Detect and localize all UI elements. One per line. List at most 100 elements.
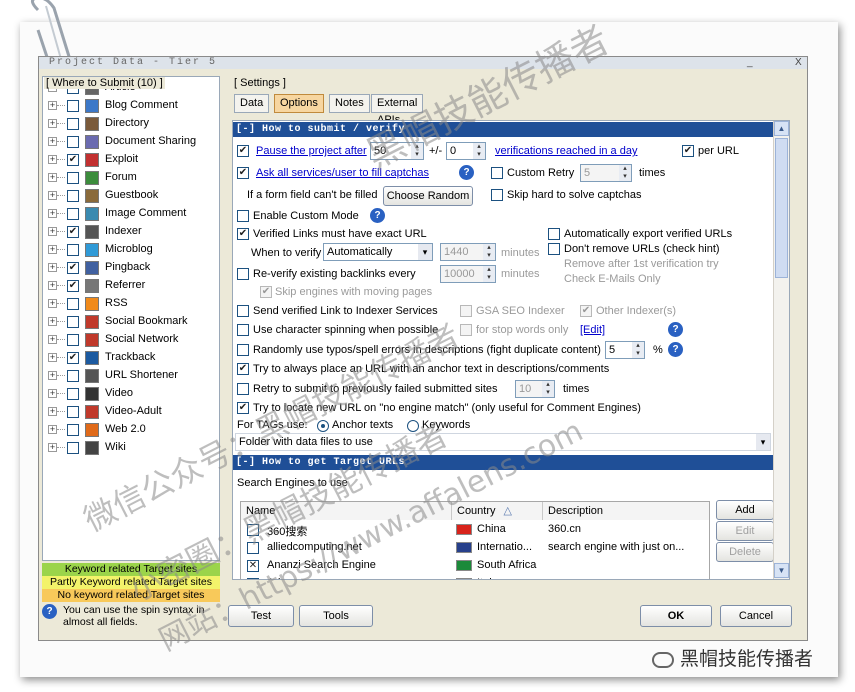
when-verify-select[interactable]: Automatically [323, 243, 433, 261]
tree-item-image-comment[interactable]: + Image Comment [43, 205, 219, 223]
tree-item-forum[interactable]: + Forum [43, 169, 219, 187]
expand-icon[interactable]: + [48, 263, 57, 272]
expand-icon[interactable]: + [48, 335, 57, 344]
expand-icon[interactable]: + [48, 173, 57, 182]
expand-icon[interactable]: + [48, 209, 57, 218]
expand-icon[interactable]: + [48, 443, 57, 452]
help-icon[interactable]: ? [668, 342, 683, 357]
row-checkbox[interactable] [247, 578, 259, 579]
expand-icon[interactable]: + [48, 299, 57, 308]
tree-item-directory[interactable]: + Directory [43, 115, 219, 133]
expand-icon[interactable]: + [48, 101, 57, 110]
tab-external-apis[interactable]: External APIs [371, 94, 424, 126]
tree-item-referrer[interactable]: + Referrer [43, 277, 219, 295]
stop-words-checkbox[interactable] [460, 324, 472, 336]
row-checkbox[interactable] [247, 542, 259, 554]
cancel-button[interactable]: Cancel [720, 605, 792, 627]
tree-item-checkbox[interactable] [67, 298, 79, 310]
ask-services-label[interactable]: Ask all services/user to fill captchas [256, 167, 429, 179]
ok-button[interactable]: OK [640, 605, 712, 627]
expand-icon[interactable]: + [48, 389, 57, 398]
table-row[interactable]: Arianna Italy [241, 575, 709, 579]
expand-icon[interactable]: + [48, 371, 57, 380]
tree-item-wiki[interactable]: + Wiki [43, 439, 219, 457]
tree-item-trackback[interactable]: + Trackback [43, 349, 219, 367]
tree-item-pingback[interactable]: + Pingback [43, 259, 219, 277]
typos-checkbox[interactable] [237, 344, 249, 356]
tab-options[interactable]: Options [274, 94, 324, 113]
tree-item-checkbox[interactable] [67, 244, 79, 256]
tree-item-guestbook[interactable]: + Guestbook [43, 187, 219, 205]
target-urls-header[interactable]: [-] How to get Target URLs [233, 455, 785, 470]
edit-link[interactable]: [Edit] [580, 324, 605, 336]
tree-item-exploit[interactable]: + Exploit [43, 151, 219, 169]
add-button[interactable]: Add [716, 500, 774, 520]
pause-project-label[interactable]: Pause the project after [256, 145, 367, 157]
tree-item-checkbox[interactable] [67, 280, 79, 292]
scroll-thumb[interactable] [775, 138, 788, 278]
scroll-up-icon[interactable]: ▲ [774, 121, 789, 136]
dont-remove-checkbox[interactable] [548, 243, 560, 255]
expand-icon[interactable]: + [48, 425, 57, 434]
skip-hard-captchas-checkbox[interactable] [491, 189, 503, 201]
tree-item-checkbox[interactable] [67, 334, 79, 346]
tree-item-blog-comment[interactable]: + Blog Comment [43, 97, 219, 115]
column-description[interactable]: Description [543, 502, 709, 520]
close-button[interactable]: X [795, 57, 802, 68]
column-name[interactable]: Name [241, 502, 452, 520]
column-country[interactable]: Country △ [452, 502, 543, 520]
tree-item-checkbox[interactable] [67, 190, 79, 202]
tree-item-checkbox[interactable] [67, 136, 79, 148]
tree-item-video-adult[interactable]: + Video-Adult [43, 403, 219, 421]
verified-exact-checkbox[interactable] [237, 228, 249, 240]
tree-item-checkbox[interactable] [67, 424, 79, 436]
expand-icon[interactable]: + [48, 191, 57, 200]
expand-icon[interactable]: + [48, 407, 57, 416]
tree-item-social-bookmark[interactable]: + Social Bookmark [43, 313, 219, 331]
tree-item-checkbox[interactable] [67, 406, 79, 418]
tree-item-checkbox[interactable] [67, 316, 79, 328]
ask-services-checkbox[interactable] [237, 167, 249, 179]
choose-random-button[interactable]: Choose Random [383, 186, 473, 206]
anchor-place-checkbox[interactable] [237, 363, 249, 375]
tree-item-checkbox[interactable] [67, 370, 79, 382]
tree-item-url-shortener[interactable]: + URL Shortener [43, 367, 219, 385]
expand-icon[interactable]: + [48, 245, 57, 254]
expand-icon[interactable]: + [48, 281, 57, 290]
expand-icon[interactable]: + [48, 227, 57, 236]
folder-select[interactable]: Folder with data files to use [235, 433, 771, 451]
tree-item-checkbox[interactable] [67, 352, 79, 364]
per-url-checkbox[interactable] [682, 145, 694, 157]
tools-button[interactable]: Tools [299, 605, 373, 627]
tree-item-document-sharing[interactable]: + Document Sharing [43, 133, 219, 151]
tree-item-checkbox[interactable] [67, 226, 79, 238]
gsa-seo-checkbox[interactable] [460, 305, 472, 317]
help-icon[interactable]: ? [668, 322, 683, 337]
tree-item-checkbox[interactable] [67, 172, 79, 184]
locate-new-checkbox[interactable] [237, 402, 249, 414]
custom-mode-checkbox[interactable] [237, 210, 249, 222]
other-indexers-checkbox[interactable] [580, 305, 592, 317]
scroll-down-icon[interactable]: ▼ [774, 563, 789, 578]
verify-minutes-stepper[interactable]: 1440 [440, 243, 496, 261]
row-checkbox[interactable]: ✕ [247, 560, 259, 572]
tree-item-checkbox[interactable] [67, 262, 79, 274]
expand-icon[interactable]: + [48, 353, 57, 362]
table-row[interactable]: 360搜索 China 360.cn [241, 521, 709, 539]
char-spinning-checkbox[interactable] [237, 324, 249, 336]
verifications-label[interactable]: verifications reached in a day [495, 145, 637, 157]
tree-item-checkbox[interactable] [67, 442, 79, 454]
table-row[interactable]: alliedcomputing.net Internatio... search e… [241, 539, 709, 557]
keywords-radio[interactable] [407, 420, 419, 432]
minimize-button[interactable]: _ [747, 57, 753, 68]
anchor-texts-radio[interactable] [317, 420, 329, 432]
tab-notes[interactable]: Notes [329, 94, 370, 113]
pause-count-stepper[interactable]: 50 [370, 142, 424, 160]
auto-export-checkbox[interactable] [548, 228, 560, 240]
retry-failed-checkbox[interactable] [237, 383, 249, 395]
tree-item-rss[interactable]: + RSS [43, 295, 219, 313]
reverify-checkbox[interactable] [237, 268, 249, 280]
submit-verify-header[interactable]: [-] How to submit / verify [233, 122, 785, 137]
tree-item-social-network[interactable]: + Social Network [43, 331, 219, 349]
skip-moving-checkbox[interactable] [260, 286, 272, 298]
